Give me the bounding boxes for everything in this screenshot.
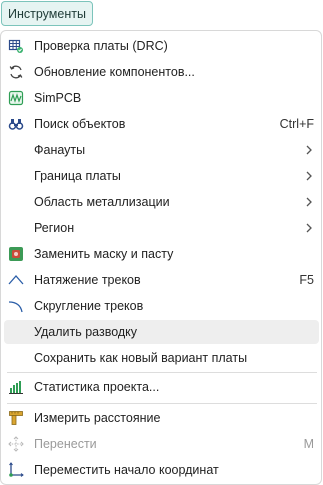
menu-item-label: Область металлизации	[34, 195, 170, 209]
menu-item-simpcb[interactable]: SimPCB	[4, 86, 319, 110]
menu-item-label: Фанауты	[34, 143, 86, 157]
track-rounding-icon	[8, 298, 24, 314]
move-icon	[8, 436, 24, 452]
menu-item-drc[interactable]: Проверка платы (DRC)	[4, 34, 319, 58]
binoculars-icon	[8, 116, 24, 132]
chevron-right-icon	[306, 197, 312, 207]
shortcut-label: M	[303, 437, 314, 451]
track-tension-icon	[8, 272, 24, 288]
chevron-right-icon	[306, 171, 312, 181]
menu-item-track-rounding[interactable]: Скругление треков	[4, 294, 319, 318]
menu-item-label: Сохранить как новый вариант платы	[34, 351, 248, 365]
ruler-icon	[8, 410, 24, 426]
menu-item-project-stats[interactable]: Статистика проекта...	[4, 375, 319, 399]
bar-chart-icon	[8, 379, 24, 395]
menu-item-label: Перенести	[34, 437, 97, 451]
simpcb-icon	[8, 90, 24, 106]
menu-item-label: Заменить маску и пасту	[34, 247, 174, 261]
drc-grid-icon	[8, 38, 24, 54]
menu-item-board-outline[interactable]: Граница платы	[4, 164, 319, 188]
menu-separator	[7, 372, 317, 373]
menu-item-delete-routing[interactable]: Удалить разводку	[4, 320, 319, 344]
menu-item-label: Поиск объектов	[34, 117, 126, 131]
chevron-right-icon	[306, 223, 312, 233]
menu-item-copper-pour[interactable]: Область металлизации	[4, 190, 319, 214]
refresh-icon	[8, 64, 24, 80]
menu-item-replace-mask-paste[interactable]: Заменить маску и пасту	[4, 242, 319, 266]
menu-item-label: Переместить начало координат	[34, 463, 219, 477]
mask-paste-icon	[8, 246, 24, 262]
menu-item-move[interactable]: Перенести M	[4, 432, 319, 456]
menu-item-update-components[interactable]: Обновление компонентов...	[4, 60, 319, 84]
menu-item-label: Проверка платы (DRC)	[34, 39, 168, 53]
origin-icon	[8, 462, 24, 478]
menu-item-label: Регион	[34, 221, 75, 235]
menu-item-find-objects[interactable]: Поиск объектов Ctrl+F	[4, 112, 319, 136]
menu-item-label: Удалить разводку	[34, 325, 138, 339]
menu-item-label: Скругление треков	[34, 299, 144, 313]
menu-item-label: Обновление компонентов...	[34, 65, 195, 79]
shortcut-label: Ctrl+F	[279, 117, 314, 131]
menu-separator	[7, 403, 317, 404]
tools-dropdown-menu: Проверка платы (DRC) Обновление компонен…	[0, 30, 322, 485]
menu-item-label: Натяжение треков	[34, 273, 141, 287]
menu-item-save-as-variant[interactable]: Сохранить как новый вариант платы	[4, 346, 319, 370]
menu-tools-button[interactable]: Инструменты	[1, 1, 93, 26]
menubar: Инструменты	[0, 0, 323, 30]
menu-item-track-tension[interactable]: Натяжение треков F5	[4, 268, 319, 292]
menu-item-label: Статистика проекта...	[34, 380, 160, 394]
menu-item-label: SimPCB	[34, 91, 82, 105]
shortcut-label: F5	[299, 273, 314, 287]
menu-item-move-origin[interactable]: Переместить начало координат	[4, 458, 319, 482]
chevron-right-icon	[306, 145, 312, 155]
menu-item-label: Граница платы	[34, 169, 121, 183]
menu-item-label: Измерить расстояние	[34, 411, 161, 425]
menu-item-region[interactable]: Регион	[4, 216, 319, 240]
menu-item-fanouts[interactable]: Фанауты	[4, 138, 319, 162]
menu-item-measure-distance[interactable]: Измерить расстояние	[4, 406, 319, 430]
